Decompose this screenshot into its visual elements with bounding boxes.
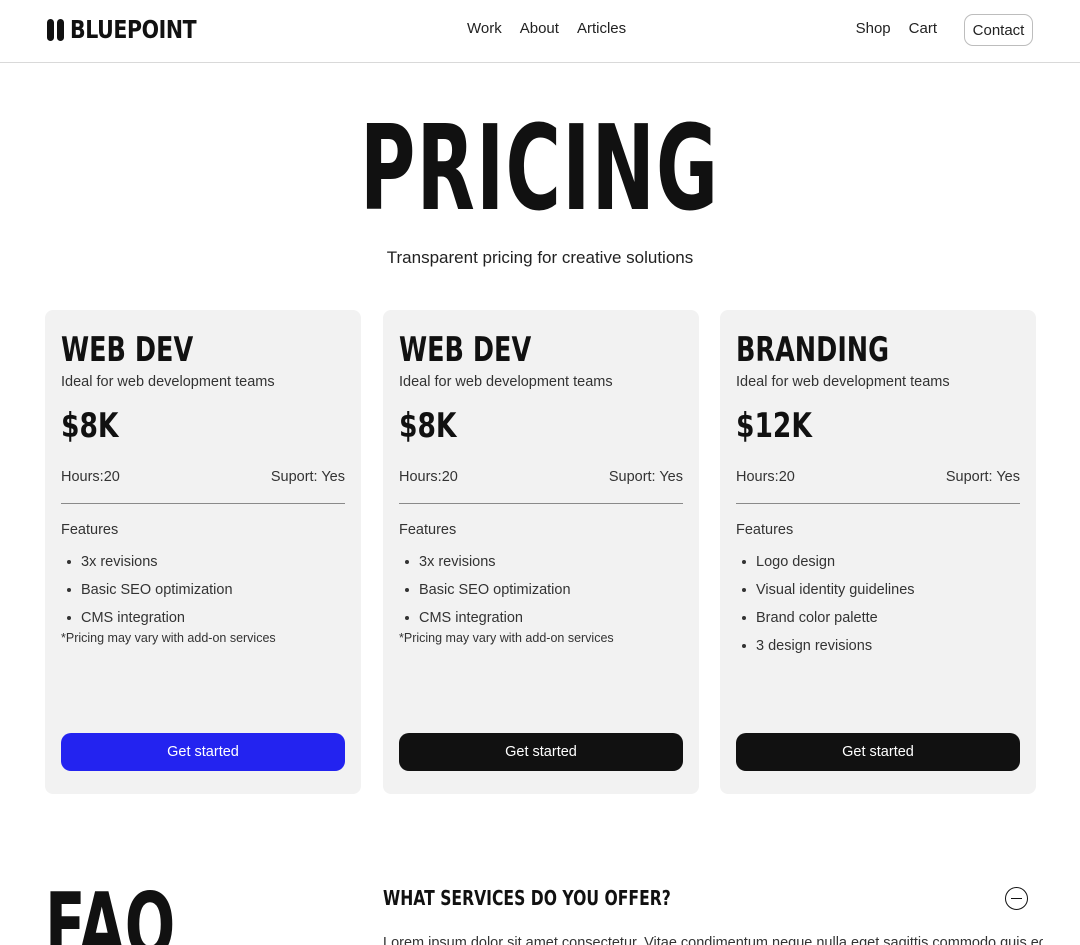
site-header: BLUEPOINT Work About Articles Shop Cart … bbox=[0, 0, 1080, 63]
minus-circle-icon[interactable] bbox=[1005, 887, 1028, 910]
card-hours: Hours:20 bbox=[61, 469, 120, 485]
contact-button[interactable]: Contact bbox=[964, 14, 1033, 46]
pricing-card-web-dev-2: WEB DEV Ideal for web development teams … bbox=[383, 310, 699, 794]
card-price: $8K bbox=[61, 406, 119, 446]
list-item: Logo design bbox=[742, 548, 915, 576]
card-divider bbox=[736, 503, 1020, 504]
pricing-note: *Pricing may vary with add-on services bbox=[399, 631, 614, 645]
page-title: PRICING bbox=[360, 99, 720, 237]
list-item: 3x revisions bbox=[405, 548, 571, 576]
list-item: CMS integration bbox=[67, 604, 233, 632]
faq-heading: FAQ bbox=[45, 874, 176, 945]
card-price: $12K bbox=[736, 406, 812, 446]
card-support: Suport: Yes bbox=[270, 469, 345, 485]
card-description: Ideal for web development teams bbox=[399, 374, 613, 390]
features-label: Features bbox=[736, 522, 794, 538]
card-support: Suport: Yes bbox=[945, 469, 1020, 485]
nav-link-about[interactable]: About bbox=[520, 20, 559, 37]
nav-link-cart[interactable]: Cart bbox=[909, 20, 937, 37]
nav-link-work[interactable]: Work bbox=[467, 20, 502, 37]
features-label: Features bbox=[399, 522, 457, 538]
card-description: Ideal for web development teams bbox=[61, 374, 275, 390]
features-label: Features bbox=[61, 522, 119, 538]
card-hours: Hours:20 bbox=[736, 469, 795, 485]
feature-list: 3x revisions Basic SEO optimization CMS … bbox=[405, 548, 571, 632]
get-started-button[interactable]: Get started bbox=[736, 733, 1020, 771]
card-title: BRANDING bbox=[736, 330, 890, 370]
list-item: 3x revisions bbox=[67, 548, 233, 576]
get-started-button[interactable]: Get started bbox=[399, 733, 683, 771]
card-title: WEB DEV bbox=[61, 330, 194, 370]
nav-link-shop[interactable]: Shop bbox=[856, 20, 891, 37]
card-description: Ideal for web development teams bbox=[736, 374, 950, 390]
logo[interactable]: BLUEPOINT bbox=[47, 17, 224, 43]
list-item: Basic SEO optimization bbox=[405, 576, 571, 604]
logo-mark-icon bbox=[47, 19, 64, 41]
list-item: 3 design revisions bbox=[742, 632, 915, 660]
card-price: $8K bbox=[399, 406, 457, 446]
main-nav: Work About Articles bbox=[467, 20, 626, 37]
faq-question[interactable]: WHAT SERVICES DO YOU OFFER? bbox=[383, 884, 671, 912]
card-divider bbox=[61, 503, 345, 504]
nav-link-articles[interactable]: Articles bbox=[577, 20, 626, 37]
get-started-button[interactable]: Get started bbox=[61, 733, 345, 771]
utility-nav: Shop Cart bbox=[856, 20, 937, 37]
card-hours: Hours:20 bbox=[399, 469, 458, 485]
list-item: Brand color palette bbox=[742, 604, 915, 632]
logo-text: BLUEPOINT bbox=[70, 15, 197, 44]
card-title: WEB DEV bbox=[399, 330, 532, 370]
list-item: CMS integration bbox=[405, 604, 571, 632]
pricing-card-branding: BRANDING Ideal for web development teams… bbox=[720, 310, 1036, 794]
list-item: Basic SEO optimization bbox=[67, 576, 233, 604]
feature-list: 3x revisions Basic SEO optimization CMS … bbox=[67, 548, 233, 632]
faq-answer: Lorem ipsum dolor sit amet consectetur. … bbox=[383, 935, 1043, 945]
card-divider bbox=[399, 503, 683, 504]
page-subtitle: Transparent pricing for creative solutio… bbox=[386, 248, 694, 267]
card-support: Suport: Yes bbox=[608, 469, 683, 485]
pricing-note: *Pricing may vary with add-on services bbox=[61, 631, 276, 645]
list-item: Visual identity guidelines bbox=[742, 576, 915, 604]
pricing-card-web-dev: WEB DEV Ideal for web development teams … bbox=[45, 310, 361, 794]
feature-list: Logo design Visual identity guidelines B… bbox=[742, 548, 915, 660]
